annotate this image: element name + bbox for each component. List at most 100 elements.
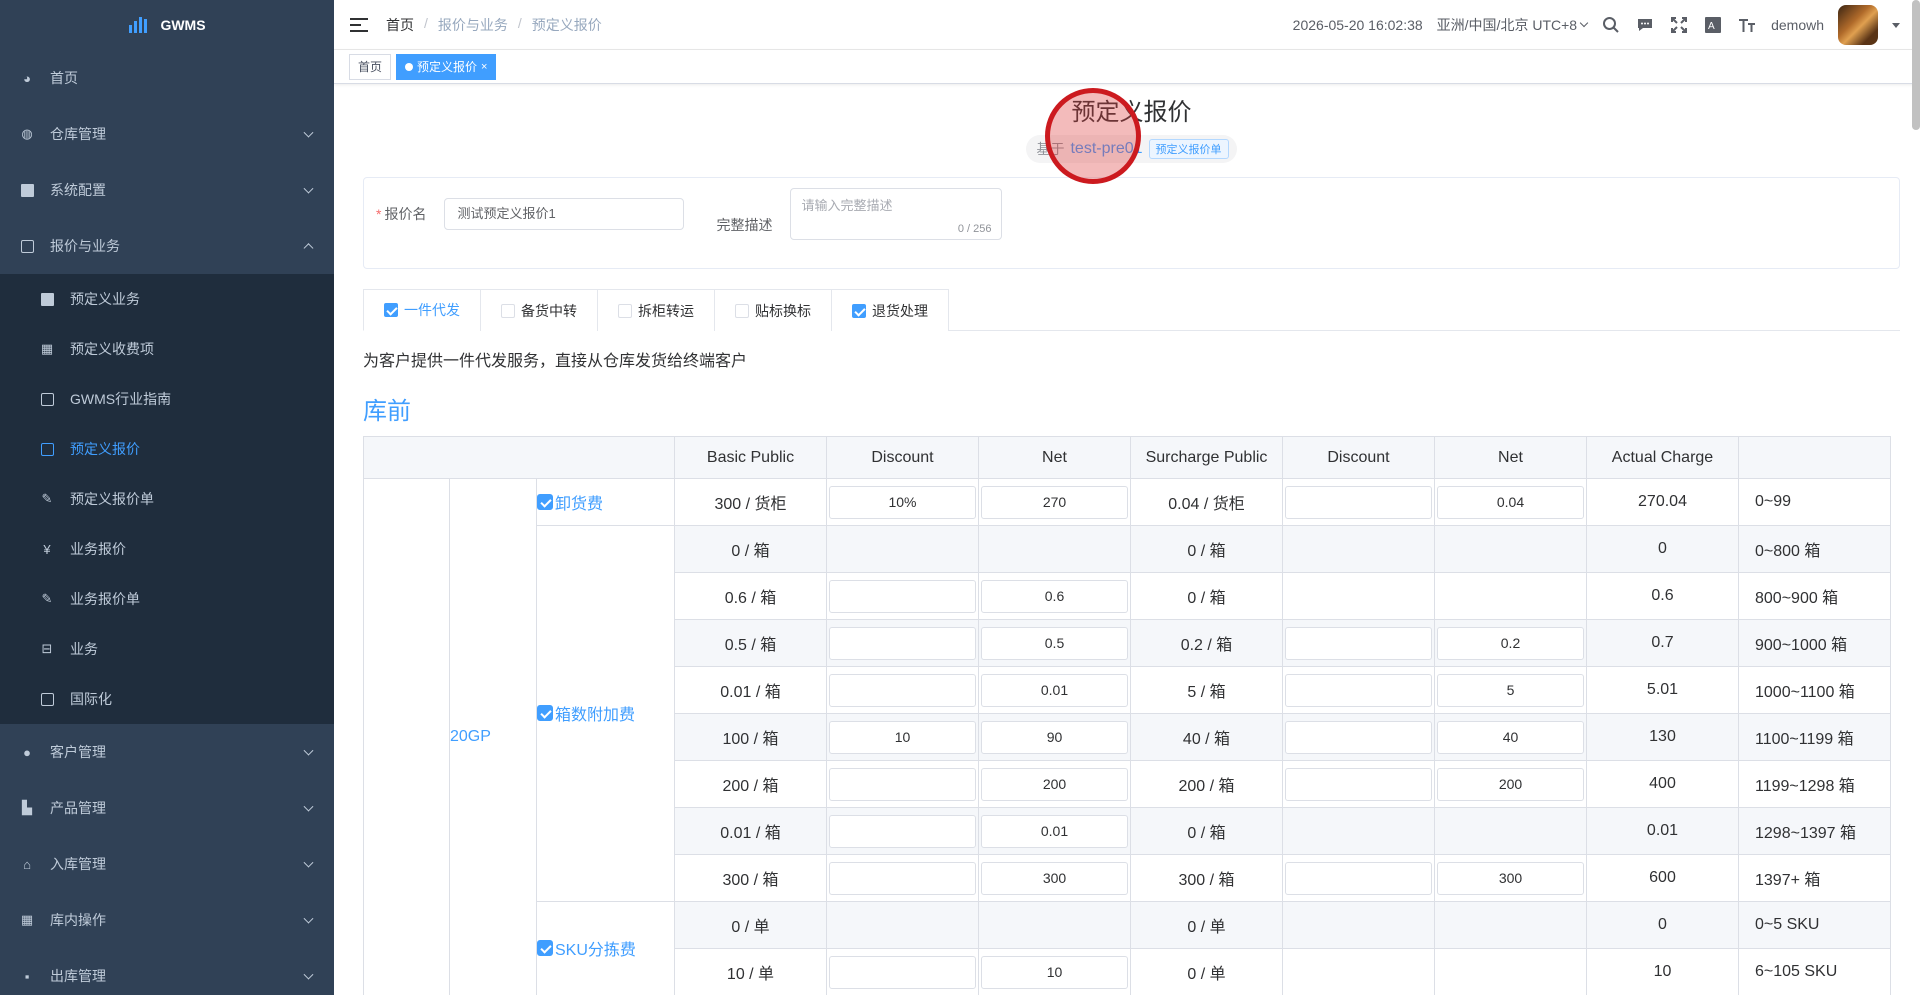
surcharge-net-input[interactable]: 0.2 xyxy=(1437,626,1584,660)
message-icon[interactable] xyxy=(1635,15,1655,35)
font-size-icon[interactable] xyxy=(1737,15,1757,35)
fee-group[interactable]: SKU分拣费 xyxy=(536,901,675,995)
translate-icon[interactable]: A xyxy=(1703,15,1723,35)
logo[interactable]: GWMS xyxy=(0,0,334,50)
sidebar-item-inventory-ops[interactable]: ▦ 库内操作 xyxy=(0,892,334,948)
description-textarea[interactable]: 请输入完整描述 0 / 256 xyxy=(790,188,1003,240)
sidebar-item-business-quote[interactable]: ¥ 业务报价 xyxy=(0,524,334,574)
surcharge-net-input[interactable]: 5 xyxy=(1437,673,1584,707)
surcharge-net-input[interactable]: 300 xyxy=(1437,861,1584,895)
breadcrumb-item-home[interactable]: 首页 xyxy=(386,15,414,35)
sidebar-item-product[interactable]: ▙ 产品管理 xyxy=(0,780,334,836)
calendar-icon xyxy=(40,292,54,306)
tab-devanning-transfer[interactable]: 拆柜转运 xyxy=(597,289,715,331)
main-area: 首页 / 报价与业务 / 预定义报价 2026-05-20 16:02:38 亚… xyxy=(334,0,1920,995)
discount-cell xyxy=(826,666,979,714)
avatar[interactable] xyxy=(1838,5,1878,45)
net-input[interactable]: 270 xyxy=(981,485,1128,519)
tab-dropshipping[interactable]: 一件代发 xyxy=(363,289,481,331)
surcharge-public: 0 / 单 xyxy=(1130,901,1283,949)
net-input[interactable]: 0.6 xyxy=(981,579,1128,613)
based-label: 基于 xyxy=(1036,141,1065,157)
fee-checkbox[interactable] xyxy=(537,705,553,721)
sidebar-item-i18n[interactable]: 国际化 xyxy=(0,674,334,724)
fee-group[interactable]: 箱数附加费 xyxy=(536,525,675,902)
tag-predefined-quote[interactable]: 预定义报价 × xyxy=(396,53,497,80)
image-icon xyxy=(40,692,54,706)
surcharge-discount-input[interactable] xyxy=(1285,861,1432,895)
timezone-select[interactable]: 亚洲/中国/北京 UTC+8 xyxy=(1437,15,1589,35)
sidebar-item-business[interactable]: ⊟ 业务 xyxy=(0,624,334,674)
sidebar-item-outbound[interactable]: ▪ 出库管理 xyxy=(0,948,334,995)
discount-input[interactable] xyxy=(829,673,976,707)
tab-checkbox[interactable] xyxy=(501,303,515,318)
sidebar-item-industry-guide[interactable]: GWMS行业指南 xyxy=(0,374,334,424)
surcharge-discount-input[interactable] xyxy=(1285,720,1432,754)
close-icon[interactable]: × xyxy=(481,55,487,79)
discount-input[interactable] xyxy=(829,814,976,848)
net-input[interactable]: 0.5 xyxy=(981,626,1128,660)
basic-public: 0 / 箱 xyxy=(674,525,827,573)
net-input[interactable]: 10 xyxy=(981,955,1128,989)
net-input[interactable]: 0.01 xyxy=(981,673,1128,707)
tab-checkbox[interactable] xyxy=(384,303,398,317)
surcharge-net-input[interactable]: 40 xyxy=(1437,720,1584,754)
tag-home[interactable]: 首页 xyxy=(349,53,392,80)
net-input[interactable]: 0.01 xyxy=(981,814,1128,848)
discount-input[interactable] xyxy=(829,955,976,989)
svg-text:A: A xyxy=(1708,21,1715,32)
sidebar-item-predefined-quote-sheet[interactable]: ✎ 预定义报价单 xyxy=(0,474,334,524)
surcharge-net-cell: 200 xyxy=(1434,760,1587,808)
surcharge-discount-input[interactable] xyxy=(1285,767,1432,801)
range: 1100~1199 箱 xyxy=(1738,713,1891,761)
discount-input[interactable]: 10% xyxy=(829,485,976,519)
net-input[interactable]: 300 xyxy=(981,861,1128,895)
tab-checkbox[interactable] xyxy=(735,303,749,318)
surcharge-discount-input[interactable] xyxy=(1285,485,1432,519)
caret-down-icon[interactable] xyxy=(1892,22,1900,28)
surcharge-public: 0 / 单 xyxy=(1130,948,1283,995)
fee-checkbox[interactable] xyxy=(537,940,553,956)
sidebar-item-system[interactable]: 系统配置 xyxy=(0,162,334,218)
sidebar-item-home[interactable]: ◕ 首页 xyxy=(0,50,334,106)
tab-checkbox[interactable] xyxy=(618,303,632,318)
tab-returns[interactable]: 退货处理 xyxy=(831,289,949,331)
sidebar-item-predefined-fee[interactable]: ▦ 预定义收费项 xyxy=(0,324,334,374)
net-input[interactable]: 90 xyxy=(981,720,1128,754)
net-cell: 200 xyxy=(978,760,1131,808)
home-icon: ⌂ xyxy=(23,856,31,872)
discount-input[interactable] xyxy=(829,579,976,613)
username[interactable]: demowh xyxy=(1771,17,1824,33)
discount-input[interactable]: 10 xyxy=(829,720,976,754)
tab-stock-transfer[interactable]: 备货中转 xyxy=(480,289,598,331)
discount-input[interactable] xyxy=(829,767,976,801)
based-link[interactable]: test-pre01 xyxy=(1070,140,1142,158)
net-input[interactable]: 200 xyxy=(981,767,1128,801)
fullscreen-icon[interactable] xyxy=(1669,15,1689,35)
quote-name-input[interactable]: 测试预定义报价1 xyxy=(444,198,685,230)
sidebar-item-quote-business[interactable]: 报价与业务 xyxy=(0,218,334,274)
sidebar-item-predefined-quote[interactable]: 预定义报价 xyxy=(0,424,334,474)
fee-group[interactable]: 卸货费 xyxy=(536,478,675,526)
chevron-down-icon xyxy=(303,183,314,194)
surcharge-discount-input[interactable] xyxy=(1285,626,1432,660)
sidebar-item-business-quote-sheet[interactable]: ✎ 业务报价单 xyxy=(0,574,334,624)
tab-relabel[interactable]: 贴标换标 xyxy=(714,289,832,331)
sidebar-item-predefined-business[interactable]: 预定义业务 xyxy=(0,274,334,324)
tab-checkbox[interactable] xyxy=(852,303,866,318)
sidebar-item-customer[interactable]: ● 客户管理 xyxy=(0,724,334,780)
surcharge-net-cell: 300 xyxy=(1434,854,1587,902)
sidebar-item-inbound[interactable]: ⌂ 入库管理 xyxy=(0,836,334,892)
sidebar-item-warehouse[interactable]: ◍ 仓库管理 xyxy=(0,106,334,162)
surcharge-net-input[interactable]: 0.04 xyxy=(1437,485,1584,519)
surcharge-discount-input[interactable] xyxy=(1285,673,1432,707)
surcharge-net-input[interactable]: 200 xyxy=(1437,767,1584,801)
actual-charge: 0 xyxy=(1586,901,1739,949)
tab-label: 退货处理 xyxy=(872,302,928,319)
hamburger-icon[interactable] xyxy=(350,16,368,34)
search-icon[interactable] xyxy=(1601,15,1621,35)
discount-input[interactable] xyxy=(829,626,976,660)
fee-checkbox[interactable] xyxy=(537,493,553,510)
scrollbar[interactable] xyxy=(1912,0,1920,130)
discount-input[interactable] xyxy=(829,861,976,895)
